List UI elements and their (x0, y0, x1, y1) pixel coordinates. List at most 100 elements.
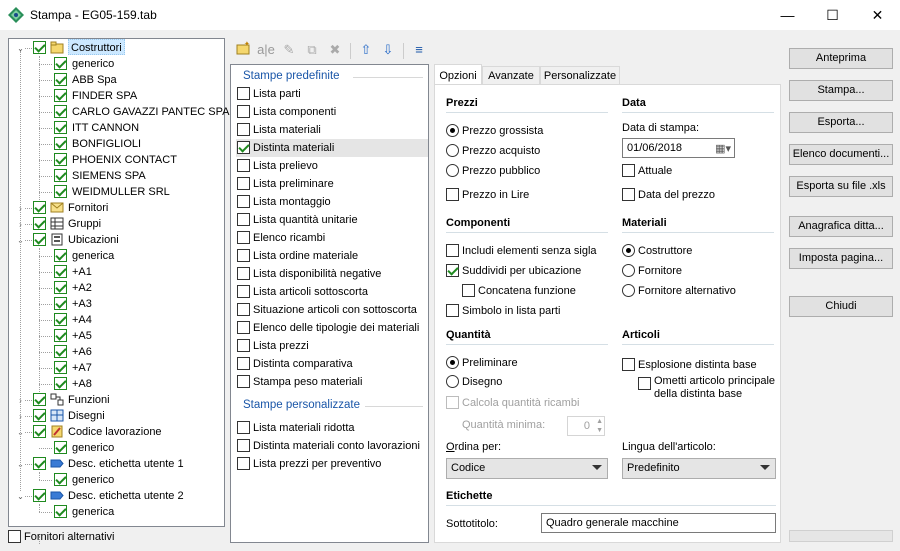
checkbox-box[interactable] (638, 377, 651, 390)
custom-report-item[interactable]: Distinta materiali conto lavorazioni (236, 437, 428, 455)
tab-opzioni[interactable]: Opzioni (434, 64, 482, 86)
tree-checkbox[interactable] (54, 377, 67, 390)
esporta-button[interactable]: Esporta... (789, 112, 893, 133)
close-window-button[interactable]: ✕ (855, 0, 900, 30)
elenco-documenti-button[interactable]: Elenco documenti... (789, 144, 893, 165)
report-checkbox[interactable] (237, 267, 250, 280)
radio-dot[interactable] (622, 284, 635, 297)
date-picker[interactable]: 01/06/2018 ▦▾ (622, 138, 735, 158)
checkbox-box[interactable] (462, 284, 475, 297)
report-item[interactable]: Stampa peso materiali (236, 373, 428, 391)
report-checkbox[interactable] (237, 285, 250, 298)
move-down-icon[interactable]: ⇩ (378, 40, 398, 60)
report-item[interactable]: Lista prezzi (236, 337, 428, 355)
maximize-button[interactable]: ☐ (810, 0, 855, 30)
checkbox-box[interactable] (446, 188, 459, 201)
tree-checkbox[interactable] (54, 441, 67, 454)
edit-icon[interactable]: ✎ (279, 40, 299, 60)
report-item[interactable]: Lista preliminare (236, 175, 428, 193)
tree-checkbox[interactable] (33, 201, 46, 214)
radio-dot[interactable] (446, 144, 459, 157)
delete-icon[interactable]: ✖ (325, 40, 345, 60)
report-item[interactable]: Distinta comparativa (236, 355, 428, 373)
tree-checkbox[interactable] (54, 345, 67, 358)
quantita-minima-stepper[interactable]: 0 ▲ ▼ (567, 416, 605, 436)
ordina-per-select[interactable]: Codice (446, 458, 608, 479)
checkbox-box[interactable] (446, 244, 459, 257)
lingua-articolo-select[interactable]: Predefinito (622, 458, 776, 479)
tree-checkbox[interactable] (54, 137, 67, 150)
collapse-icon[interactable]: ⌄ (16, 492, 25, 501)
tree-checkbox[interactable] (33, 489, 46, 502)
checkbox-box[interactable] (446, 304, 459, 317)
report-item[interactable]: Elenco delle tipologie dei materiali (236, 319, 428, 337)
report-item[interactable]: Situazione articoli con sottoscorta (236, 301, 428, 319)
spin-arrows-icon[interactable]: ▲ ▼ (596, 417, 603, 435)
sottotitolo-input[interactable]: Quadro generale macchine (541, 513, 776, 533)
tree-checkbox[interactable] (33, 217, 46, 230)
tree-checkbox[interactable] (54, 73, 67, 86)
report-checkbox[interactable] (237, 231, 250, 244)
tree-checkbox[interactable] (54, 153, 67, 166)
report-checkbox[interactable] (237, 457, 250, 470)
report-checkbox[interactable] (237, 339, 250, 352)
tree-checkbox[interactable] (54, 473, 67, 486)
report-checkbox[interactable] (237, 159, 250, 172)
tree-checkbox[interactable] (33, 409, 46, 422)
radio-dot[interactable] (446, 124, 459, 137)
tree-checkbox[interactable] (54, 281, 67, 294)
tree-checkbox[interactable] (54, 265, 67, 278)
report-checkbox[interactable] (237, 123, 250, 136)
tree-checkbox[interactable] (54, 105, 67, 118)
chiudi-button[interactable]: Chiudi (789, 296, 893, 317)
rename-icon[interactable]: a|e (256, 40, 276, 60)
menu-icon[interactable]: ≡ (409, 40, 429, 60)
checkbox-box[interactable] (622, 358, 635, 371)
report-checkbox[interactable] (237, 421, 250, 434)
tree-checkbox[interactable] (33, 393, 46, 406)
copy-icon[interactable]: ⧉ (302, 40, 322, 60)
report-checkbox[interactable] (237, 141, 250, 154)
report-checkbox[interactable] (237, 105, 250, 118)
tree-checkbox[interactable] (54, 169, 67, 182)
custom-report-item[interactable]: Lista prezzi per preventivo (236, 455, 428, 473)
new-icon[interactable]: ✦ (233, 40, 253, 60)
filter-tree[interactable]: ⌄ Costruttori generico ABB Spa FINDER SPA CAR… (8, 38, 230, 544)
radio-dot[interactable] (446, 164, 459, 177)
tree-checkbox[interactable] (54, 185, 67, 198)
report-checkbox[interactable] (237, 195, 250, 208)
report-checkbox[interactable] (237, 357, 250, 370)
tab-personalizzate[interactable]: Personalizzate (540, 66, 620, 86)
anagrafica-ditta-button[interactable]: Anagrafica ditta... (789, 216, 893, 237)
move-up-icon[interactable]: ⇧ (356, 40, 376, 60)
report-item[interactable]: Lista disponibilità negative (236, 265, 428, 283)
tree-checkbox[interactable] (54, 249, 67, 262)
tree-checkbox[interactable] (33, 233, 46, 246)
tree-checkbox[interactable] (54, 329, 67, 342)
report-item[interactable]: Lista montaggio (236, 193, 428, 211)
tree-checkbox[interactable] (33, 425, 46, 438)
tree-checkbox[interactable] (33, 457, 46, 470)
esporta-xls-button[interactable]: Esporta su file .xls (789, 176, 893, 197)
report-checkbox[interactable] (237, 439, 250, 452)
custom-report-item[interactable]: Lista materiali ridotta (236, 419, 428, 437)
tree-checkbox[interactable] (54, 505, 67, 518)
minimize-button[interactable]: — (765, 0, 810, 30)
radio-dot[interactable] (446, 356, 459, 369)
report-item[interactable]: Lista parti (236, 85, 428, 103)
calendar-icon[interactable]: ▦▾ (715, 140, 731, 158)
radio-dot[interactable] (622, 244, 635, 257)
radio-dot[interactable] (446, 375, 459, 388)
imposta-pagina-button[interactable]: Imposta pagina... (789, 248, 893, 269)
report-checkbox[interactable] (237, 375, 250, 388)
report-checkbox[interactable] (237, 177, 250, 190)
report-checkbox[interactable] (237, 249, 250, 262)
report-item[interactable]: Lista ordine materiale (236, 247, 428, 265)
report-item[interactable]: Elenco ricambi (236, 229, 428, 247)
report-item[interactable]: Lista quantità unitarie (236, 211, 428, 229)
tree-checkbox[interactable] (54, 121, 67, 134)
report-list[interactable]: Stampe predefinite Lista parti Lista comp… (230, 64, 429, 543)
tree-checkbox[interactable] (54, 57, 67, 70)
checkbox-ometti-articolo[interactable]: Ometti articolo principale della distint… (638, 375, 778, 403)
report-checkbox[interactable] (237, 303, 250, 316)
